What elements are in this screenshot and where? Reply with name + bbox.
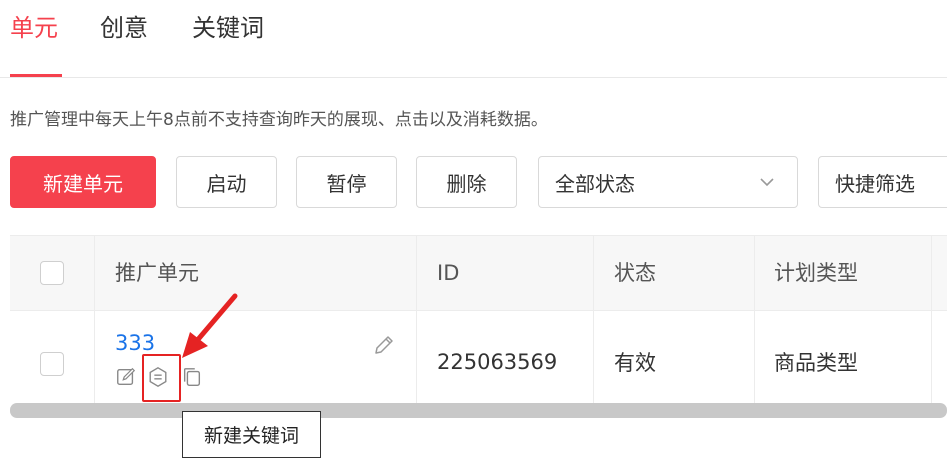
select-all-checkbox[interactable] [40, 261, 64, 285]
table-header: 推广单元 ID 状态 计划类型 [10, 236, 947, 311]
edit-icon[interactable] [115, 366, 137, 388]
row-checkbox[interactable] [40, 352, 64, 376]
new-keyword-tooltip: 新建关键词 [182, 411, 321, 458]
tab-keywords[interactable]: 关键词 [192, 12, 264, 44]
new-unit-button[interactable]: 新建单元 [10, 156, 156, 208]
pause-button[interactable]: 暂停 [296, 156, 397, 208]
unit-plan-type: 商品类型 [774, 351, 858, 375]
header-status: 状态 [614, 261, 656, 285]
start-button[interactable]: 启动 [176, 156, 277, 208]
rename-pencil-icon[interactable] [372, 333, 396, 357]
tab-bar: 单元 创意 关键词 [0, 0, 947, 78]
column-divider [593, 236, 594, 403]
unit-status: 有效 [614, 351, 656, 375]
header-unit: 推广单元 [115, 261, 199, 285]
column-divider [416, 236, 417, 403]
data-notice: 推广管理中每天上午8点前不支持查询昨天的展现、点击以及消耗数据。 [10, 110, 548, 130]
annotation-arrow-icon [182, 293, 238, 358]
column-divider [931, 236, 932, 403]
active-tab-indicator [10, 74, 62, 77]
status-select-value: 全部状态 [555, 171, 635, 196]
header-plan-type: 计划类型 [774, 261, 858, 285]
quick-filter-select[interactable]: 快捷筛选 [818, 156, 947, 208]
quick-filter-value: 快捷筛选 [835, 171, 915, 196]
chevron-down-icon [760, 178, 774, 187]
column-divider [94, 236, 95, 403]
delete-button[interactable]: 删除 [416, 156, 517, 208]
header-id: ID [437, 261, 460, 285]
copy-icon[interactable] [181, 366, 203, 388]
status-select[interactable]: 全部状态 [538, 156, 798, 208]
horizontal-scrollbar[interactable] [10, 403, 947, 418]
tab-creative[interactable]: 创意 [100, 12, 148, 44]
tab-unit[interactable]: 单元 [10, 12, 58, 44]
unit-id: 225063569 [437, 350, 558, 374]
column-divider [754, 236, 755, 403]
